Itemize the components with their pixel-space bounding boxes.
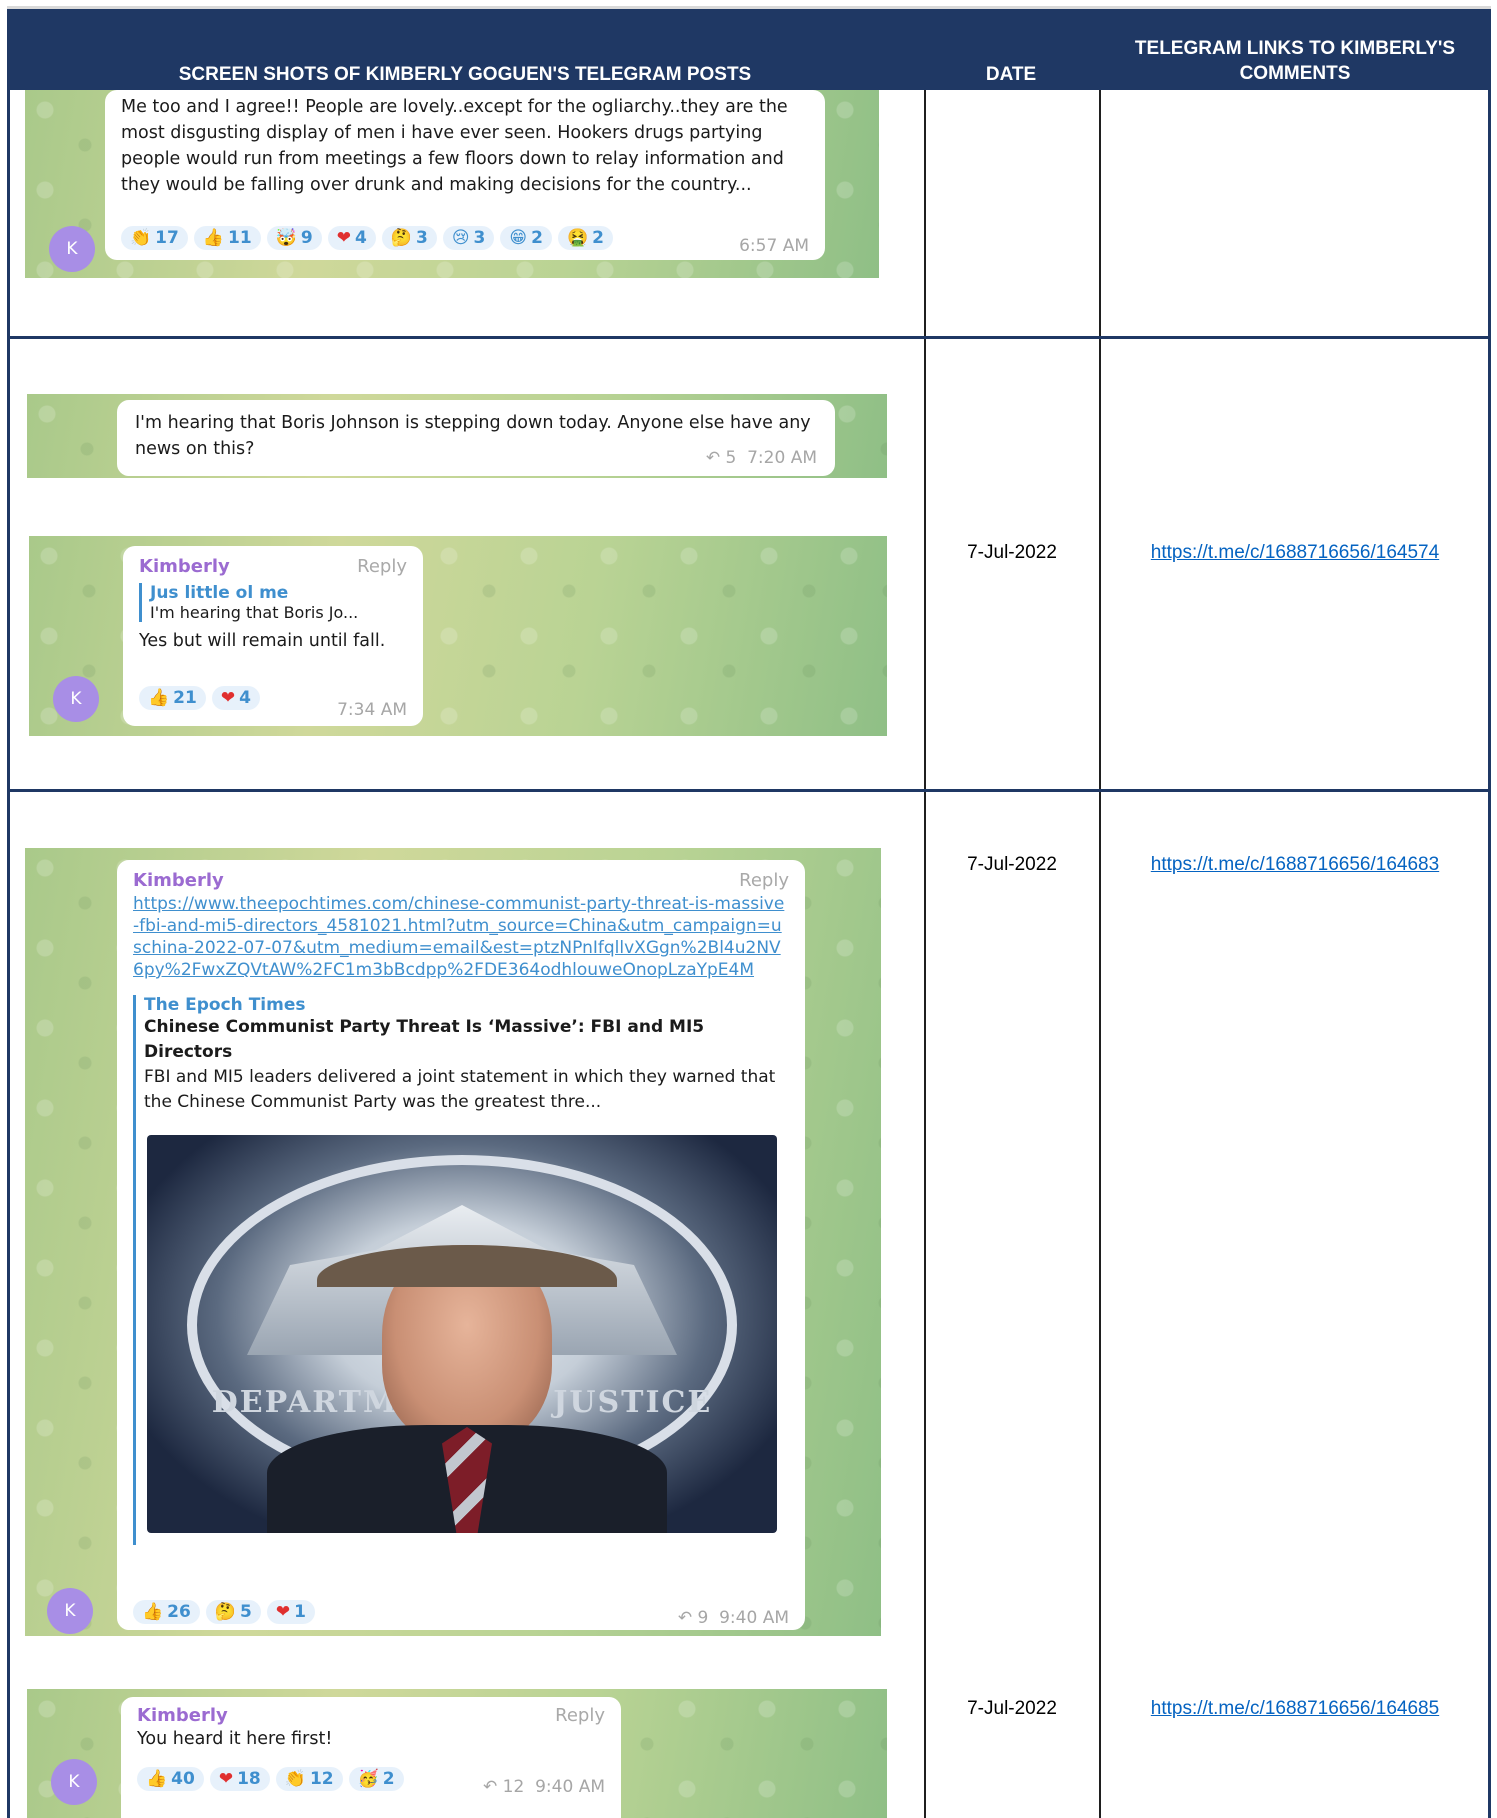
telegram-link[interactable]: https://t.me/c/1688716656/164683 [1099, 854, 1491, 876]
reactions-bar: 👍 40 ❤ 18 👏 12 🥳 2 [137, 1767, 410, 1791]
reply-link[interactable]: Reply [739, 870, 789, 891]
telegram-screenshot-2a: I'm hearing that Boris Johnson is steppi… [27, 394, 887, 478]
evidence-table: SCREEN SHOTS OF KIMBERLY GOGUEN'S TELEGR… [7, 6, 1491, 1818]
quoted-sender: Jus little ol me [150, 583, 289, 603]
reaction-thinking[interactable]: 🤔 5 [205, 1600, 261, 1624]
reaction-mind-blown[interactable]: 🤯 9 [266, 226, 322, 250]
avatar[interactable]: K [47, 1588, 93, 1634]
reaction-thumbs-up[interactable]: 👍 11 [193, 226, 261, 250]
reaction-heart[interactable]: ❤ 1 [266, 1600, 315, 1624]
header-screenshots: SCREEN SHOTS OF KIMBERLY GOGUEN'S TELEGR… [178, 64, 752, 85]
forward-count: 9 [697, 1608, 709, 1628]
reply-text: Yes but will remain until fall. [139, 631, 386, 651]
reaction-grin[interactable]: 😁 2 [500, 226, 552, 250]
telegram-link[interactable]: https://t.me/c/1688716656/164574 [1099, 542, 1491, 564]
message-bubble: Me too and I agree!! People are lovely..… [105, 90, 825, 260]
table-header: SCREEN SHOTS OF KIMBERLY GOGUEN'S TELEGR… [7, 6, 1491, 90]
message-bubble: Kimberly Reply You heard it here first! … [121, 1697, 621, 1818]
reaction-crying[interactable]: 😢 3 [442, 226, 495, 250]
message-meta: ↶ 12 9:40 AM [483, 1777, 605, 1797]
forwarded-post-bubble: I'm hearing that Boris Johnson is steppi… [117, 400, 835, 476]
reactions-bar: 👍 21 ❤ 4 [139, 686, 266, 710]
telegram-screenshot-1: Me too and I agree!! People are lovely..… [25, 90, 879, 278]
header-links: TELEGRAM LINKS TO KIMBERLY'S COMMENTS [1134, 38, 1456, 84]
reaction-heart[interactable]: ❤ 4 [327, 226, 376, 250]
reply-time: 7:34 AM [337, 700, 407, 720]
telegram-link[interactable]: https://t.me/c/1688716656/164685 [1099, 1698, 1491, 1720]
reactions-bar: 👍 26 🤔 5 ❤ 1 [133, 1600, 321, 1624]
reply-link[interactable]: Reply [555, 1705, 605, 1726]
column-divider-1 [924, 90, 926, 1818]
row-divider-1 [7, 336, 1491, 339]
preview-title: Chinese Communist Party Threat Is ‘Massi… [144, 1017, 705, 1062]
date-cell: 7-Jul-2022 [967, 542, 1057, 563]
table-right-border [1488, 90, 1491, 1818]
telegram-screenshot-2b: Kimberly Reply Jus little ol me I'm hear… [29, 536, 887, 736]
message-time: 9:40 AM [719, 1608, 789, 1628]
telegram-screenshot-4: Kimberly Reply You heard it here first! … [27, 1689, 887, 1818]
reaction-thumbs-up[interactable]: 👍 21 [139, 686, 206, 710]
reaction-clap[interactable]: 👏 17 [121, 226, 188, 250]
preview-photo: DEPARTMENT OF JUSTICE [147, 1135, 777, 1533]
message-text: Me too and I agree!! People are lovely..… [121, 97, 788, 195]
post-meta: ↶ 5 7:20 AM [705, 448, 817, 468]
reaction-heart[interactable]: ❤ 18 [209, 1767, 270, 1791]
message-text: You heard it here first! [137, 1729, 333, 1749]
sender-name[interactable]: Kimberly [137, 1705, 605, 1726]
avatar[interactable]: K [53, 676, 99, 722]
message-meta: ↶ 9 9:40 AM [677, 1608, 789, 1628]
reaction-heart[interactable]: ❤ 4 [211, 686, 260, 710]
reaction-thumbs-up[interactable]: 👍 26 [133, 1600, 200, 1624]
date-cell: 7-Jul-2022 [967, 854, 1057, 875]
sender-name[interactable]: Kimberly [133, 870, 789, 891]
avatar[interactable]: K [51, 1759, 97, 1805]
forward-count: 12 [502, 1777, 525, 1797]
quoted-text: I'm hearing that Boris Jo... [150, 603, 359, 622]
reaction-vomit[interactable]: 🤮 2 [557, 226, 613, 250]
row-divider-2 [7, 789, 1491, 792]
reaction-thumbs-up[interactable]: 👍 40 [137, 1767, 204, 1791]
forward-count: 5 [725, 448, 737, 468]
table-left-border [7, 90, 10, 1818]
article-url[interactable]: https://www.theepochtimes.com/chinese-co… [133, 893, 789, 981]
header-date: DATE [985, 64, 1037, 85]
message-time: 9:40 AM [535, 1777, 605, 1797]
date-cell: 7-Jul-2022 [967, 1698, 1057, 1719]
reply-bubble: Kimberly Reply Jus little ol me I'm hear… [123, 546, 423, 726]
avatar[interactable]: K [49, 226, 95, 272]
link-preview[interactable]: The Epoch Times Chinese Communist Party … [133, 995, 789, 1545]
reply-link[interactable]: Reply [357, 556, 407, 577]
post-time: 7:20 AM [747, 448, 817, 468]
reaction-party[interactable]: 🥳 2 [348, 1767, 404, 1791]
message-time: 6:57 AM [739, 236, 809, 256]
preview-description: FBI and MI5 leaders delivered a joint st… [144, 1067, 776, 1112]
column-divider-2 [1099, 90, 1101, 1818]
reaction-thinking[interactable]: 🤔 3 [381, 226, 437, 250]
message-bubble: Kimberly Reply https://www.theepochtimes… [117, 860, 805, 1630]
reactions-bar: 👏 17 👍 11 🤯 9 ❤ 4 🤔 3 😢 3 😁 2 🤮 2 [121, 226, 619, 250]
preview-site-name: The Epoch Times [144, 995, 306, 1015]
quoted-message[interactable]: Jus little ol me I'm hearing that Boris … [139, 583, 407, 622]
telegram-screenshot-3: Kimberly Reply https://www.theepochtimes… [25, 848, 881, 1636]
reaction-clap[interactable]: 👏 12 [275, 1767, 343, 1791]
